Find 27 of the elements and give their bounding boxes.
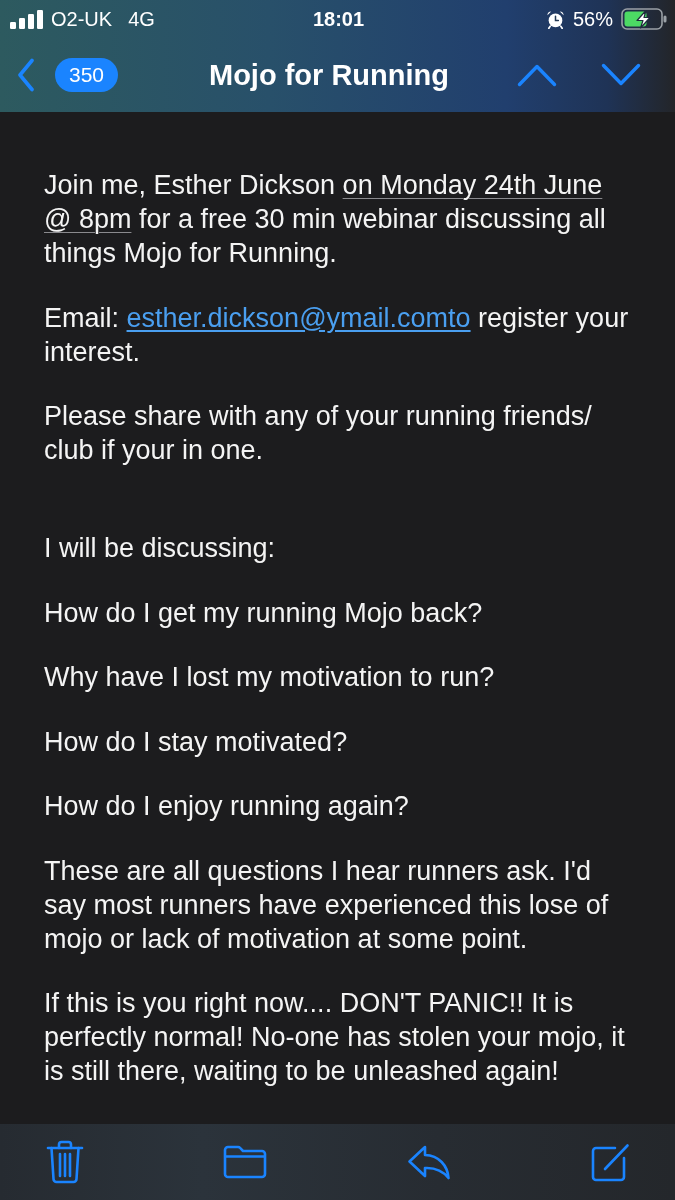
signal-icon <box>10 9 43 29</box>
up-chevron-icon[interactable] <box>517 63 557 87</box>
message-paragraph: These are all questions I hear runners ask. I'd say most runners have experienced this lose of mojo or lack of motivation at some point. <box>44 854 610 956</box>
battery-percentage: 56% <box>572 7 613 31</box>
charging-battery-icon <box>621 8 667 30</box>
down-chevron-icon[interactable] <box>601 63 641 87</box>
carrier-name: O2-UK <box>51 7 113 31</box>
clock-time: 18:01 <box>312 7 365 31</box>
folder-icon[interactable] <box>223 1144 268 1180</box>
message-paragraph: How do I get my running Mojo back? <box>44 596 484 630</box>
reply-arrow-icon[interactable] <box>406 1144 451 1180</box>
message-paragraph: How do I enjoy running again? <box>44 790 410 823</box>
message-paragraph: Why have I lost my motivation to run? <box>44 661 496 694</box>
message-paragraph: How do I stay motivated? <box>44 725 349 759</box>
message-paragraph: I will be discussing: <box>44 532 277 565</box>
network-type: 4G <box>128 7 155 31</box>
pencil-square-icon[interactable] <box>590 1142 631 1182</box>
message-paragraph: If this is you right now.... DON'T PANIC!! It is perfectly normal! No-one has stolen your mojo, it is still there, waiting to be unleashed again! <box>44 987 626 1088</box>
alarm-clock-icon <box>545 9 565 29</box>
message-subject: Mojo for Running <box>209 58 449 92</box>
email-link[interactable]: esther.dickson@ymail.comto <box>126 302 471 333</box>
message-paragraph: Email: esther.dickson@ymail.comto register your interest. <box>44 301 630 369</box>
trash-icon[interactable] <box>46 1140 84 1184</box>
back-chevron-icon[interactable] <box>17 58 35 92</box>
message-paragraph: Please share with any of your running friends/ club if your in one. <box>44 400 593 467</box>
message-paragraph: Join me, Esther Dickson on Monday 24th June @ 8pm for a free 30 min webinar discussing all things Mojo for Running. <box>44 169 607 270</box>
unread-count-badge[interactable]: 350 <box>55 58 119 92</box>
